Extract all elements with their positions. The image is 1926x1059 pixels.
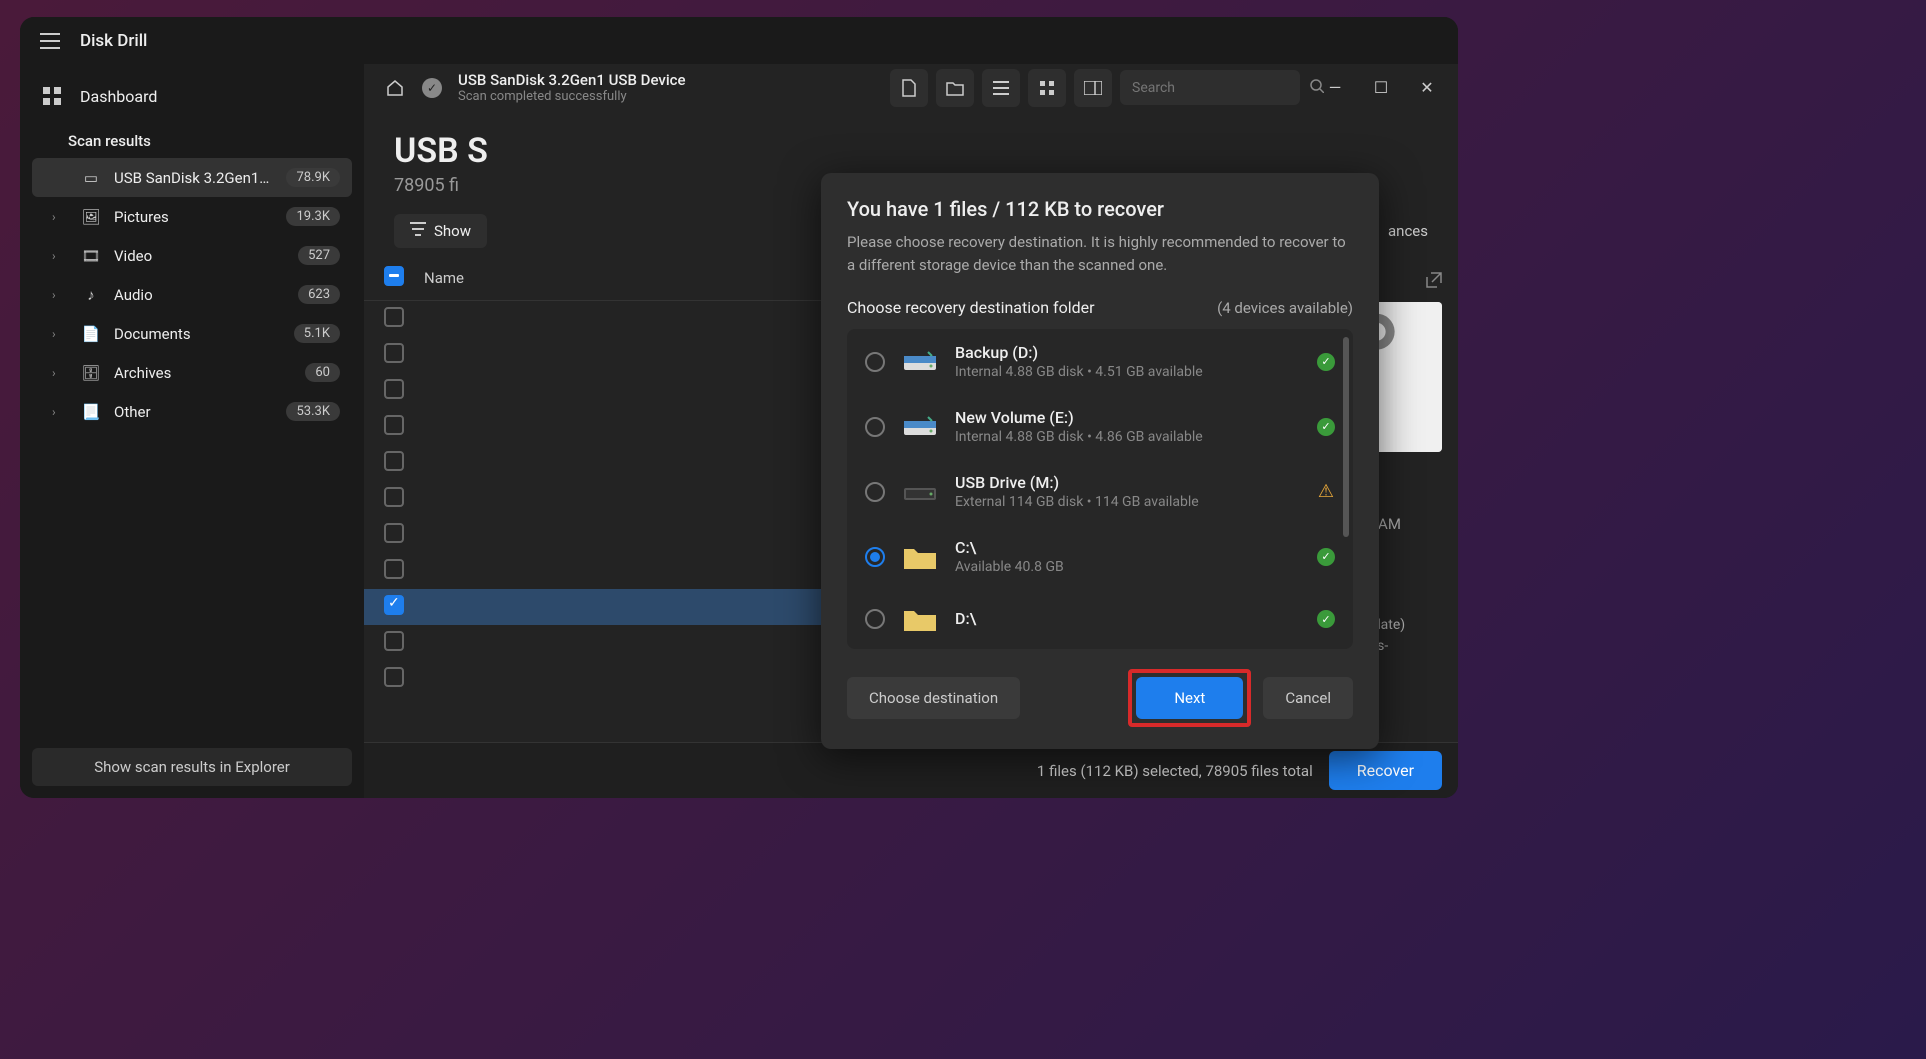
- destination-item[interactable]: USB Drive (M:) External 114 GB disk • 11…: [847, 459, 1353, 524]
- destination-radio[interactable]: [865, 547, 885, 567]
- recovery-destination-modal: You have 1 files / 112 KB to recover Ple…: [821, 173, 1379, 749]
- drive-ext-icon: [901, 476, 939, 508]
- sidebar-item-video[interactable]: › 🎞 Video 527: [32, 236, 352, 275]
- sidebar-item-archives[interactable]: › 🗄 Archives 60: [32, 353, 352, 392]
- sidebar-item-label: Documents: [114, 325, 282, 343]
- chevron-right-icon[interactable]: ›: [52, 288, 68, 302]
- archive-icon: 🗄: [80, 364, 102, 382]
- destination-detail: Internal 4.88 GB disk • 4.86 GB availabl…: [955, 429, 1301, 445]
- sidebar-item-count: 19.3K: [286, 207, 340, 226]
- destination-name: USB Drive (M:): [955, 473, 1301, 492]
- sidebar: Dashboard Scan results ▭ USB SanDisk 3.2…: [20, 64, 364, 798]
- destination-radio[interactable]: [865, 352, 885, 372]
- titlebar: Disk Drill: [20, 17, 1458, 64]
- open-explorer-button[interactable]: Show scan results in Explorer: [32, 748, 352, 786]
- document-icon: 📄: [80, 325, 102, 343]
- sidebar-item-dashboard[interactable]: Dashboard: [20, 72, 364, 120]
- drive-icon: [901, 411, 939, 443]
- video-icon: 🎞: [80, 247, 102, 265]
- sidebar-item-label: Pictures: [114, 208, 274, 226]
- modal-description: Please choose recovery destination. It i…: [847, 231, 1353, 276]
- destination-item[interactable]: D:\ ✓: [847, 589, 1353, 649]
- scrollbar[interactable]: [1343, 337, 1349, 537]
- menu-icon[interactable]: [28, 19, 72, 63]
- chevron-right-icon[interactable]: ›: [52, 249, 68, 263]
- sidebar-section-label: Scan results: [20, 120, 364, 158]
- destination-list: Backup (D:) Internal 4.88 GB disk • 4.51…: [847, 329, 1353, 649]
- app-window: Disk Drill Dashboard Scan results ▭ USB …: [20, 17, 1458, 798]
- sidebar-item-count: 623: [298, 285, 340, 304]
- sidebar-item-label: USB SanDisk 3.2Gen1…: [114, 169, 274, 187]
- dashboard-label: Dashboard: [80, 87, 157, 106]
- chevron-right-icon[interactable]: ›: [52, 366, 68, 380]
- destination-item[interactable]: C:\ Available 40.8 GB ✓: [847, 524, 1353, 589]
- chevron-right-icon[interactable]: ›: [52, 210, 68, 224]
- destination-info: New Volume (E:) Internal 4.88 GB disk • …: [955, 408, 1301, 445]
- modal-actions: Choose destination Next Cancel: [847, 669, 1353, 727]
- destination-info: USB Drive (M:) External 114 GB disk • 11…: [955, 473, 1301, 510]
- dashboard-icon: [40, 84, 64, 108]
- folder-icon: [901, 603, 939, 635]
- destination-item[interactable]: Backup (D:) Internal 4.88 GB disk • 4.51…: [847, 329, 1353, 394]
- modal-overlay: You have 1 files / 112 KB to recover Ple…: [364, 64, 1458, 798]
- sidebar-item-audio[interactable]: › ♪ Audio 623: [32, 275, 352, 314]
- sidebar-item-count: 5.1K: [294, 324, 340, 343]
- status-warning-icon: ⚠: [1317, 483, 1335, 501]
- sidebar-item-label: Video: [114, 247, 286, 265]
- destination-info: Backup (D:) Internal 4.88 GB disk • 4.51…: [955, 343, 1301, 380]
- sidebar-item-documents[interactable]: › 📄 Documents 5.1K: [32, 314, 352, 353]
- next-button-highlight: Next: [1128, 669, 1251, 727]
- app-title: Disk Drill: [80, 31, 147, 51]
- sidebar-item-label: Archives: [114, 364, 293, 382]
- sidebar-item-count: 60: [305, 363, 340, 382]
- status-ok-icon: ✓: [1317, 353, 1335, 371]
- destination-detail: Available 40.8 GB: [955, 559, 1301, 575]
- folder-icon: [901, 541, 939, 573]
- sidebar-item-label: Other: [114, 403, 274, 421]
- destination-info: C:\ Available 40.8 GB: [955, 538, 1301, 575]
- cancel-button[interactable]: Cancel: [1263, 677, 1353, 719]
- sidebar-item-count: 78.9K: [286, 168, 340, 187]
- destination-detail: Internal 4.88 GB disk • 4.51 GB availabl…: [955, 364, 1301, 380]
- sidebar-item-device[interactable]: ▭ USB SanDisk 3.2Gen1… 78.9K: [32, 158, 352, 197]
- sidebar-item-count: 527: [298, 246, 340, 265]
- destination-detail: External 114 GB disk • 114 GB available: [955, 494, 1301, 510]
- modal-title: You have 1 files / 112 KB to recover: [847, 197, 1353, 221]
- image-icon: 🖼: [80, 208, 102, 226]
- chevron-right-icon[interactable]: ›: [52, 405, 68, 419]
- sidebar-footer: Show scan results in Explorer: [20, 736, 364, 798]
- modal-subhead-label: Choose recovery destination folder: [847, 298, 1095, 317]
- destination-name: C:\: [955, 538, 1301, 557]
- destination-radio[interactable]: [865, 609, 885, 629]
- drive-icon: [901, 346, 939, 378]
- sidebar-item-count: 53.3K: [286, 402, 340, 421]
- audio-icon: ♪: [80, 286, 102, 304]
- destination-item[interactable]: New Volume (E:) Internal 4.88 GB disk • …: [847, 394, 1353, 459]
- sidebar-item-pictures[interactable]: › 🖼 Pictures 19.3K: [32, 197, 352, 236]
- sidebar-item-label: Audio: [114, 286, 286, 304]
- status-ok-icon: ✓: [1317, 548, 1335, 566]
- usb-icon: ▭: [80, 169, 102, 187]
- destination-radio[interactable]: [865, 482, 885, 502]
- status-ok-icon: ✓: [1317, 418, 1335, 436]
- destination-info: D:\: [955, 609, 1301, 630]
- status-ok-icon: ✓: [1317, 610, 1335, 628]
- chevron-right-icon[interactable]: ›: [52, 327, 68, 341]
- destination-radio[interactable]: [865, 417, 885, 437]
- next-button[interactable]: Next: [1136, 677, 1243, 719]
- choose-destination-button[interactable]: Choose destination: [847, 677, 1020, 719]
- destination-name: D:\: [955, 609, 1301, 628]
- sidebar-item-other[interactable]: › 📃 Other 53.3K: [32, 392, 352, 431]
- devices-available-label: (4 devices available): [1217, 299, 1353, 317]
- file-icon: 📃: [80, 403, 102, 421]
- main-area: Dashboard Scan results ▭ USB SanDisk 3.2…: [20, 64, 1458, 798]
- modal-subhead: Choose recovery destination folder (4 de…: [847, 298, 1353, 317]
- content-area: ✓ USB SanDisk 3.2Gen1 USB Device Scan co…: [364, 64, 1458, 798]
- destination-name: New Volume (E:): [955, 408, 1301, 427]
- destination-name: Backup (D:): [955, 343, 1301, 362]
